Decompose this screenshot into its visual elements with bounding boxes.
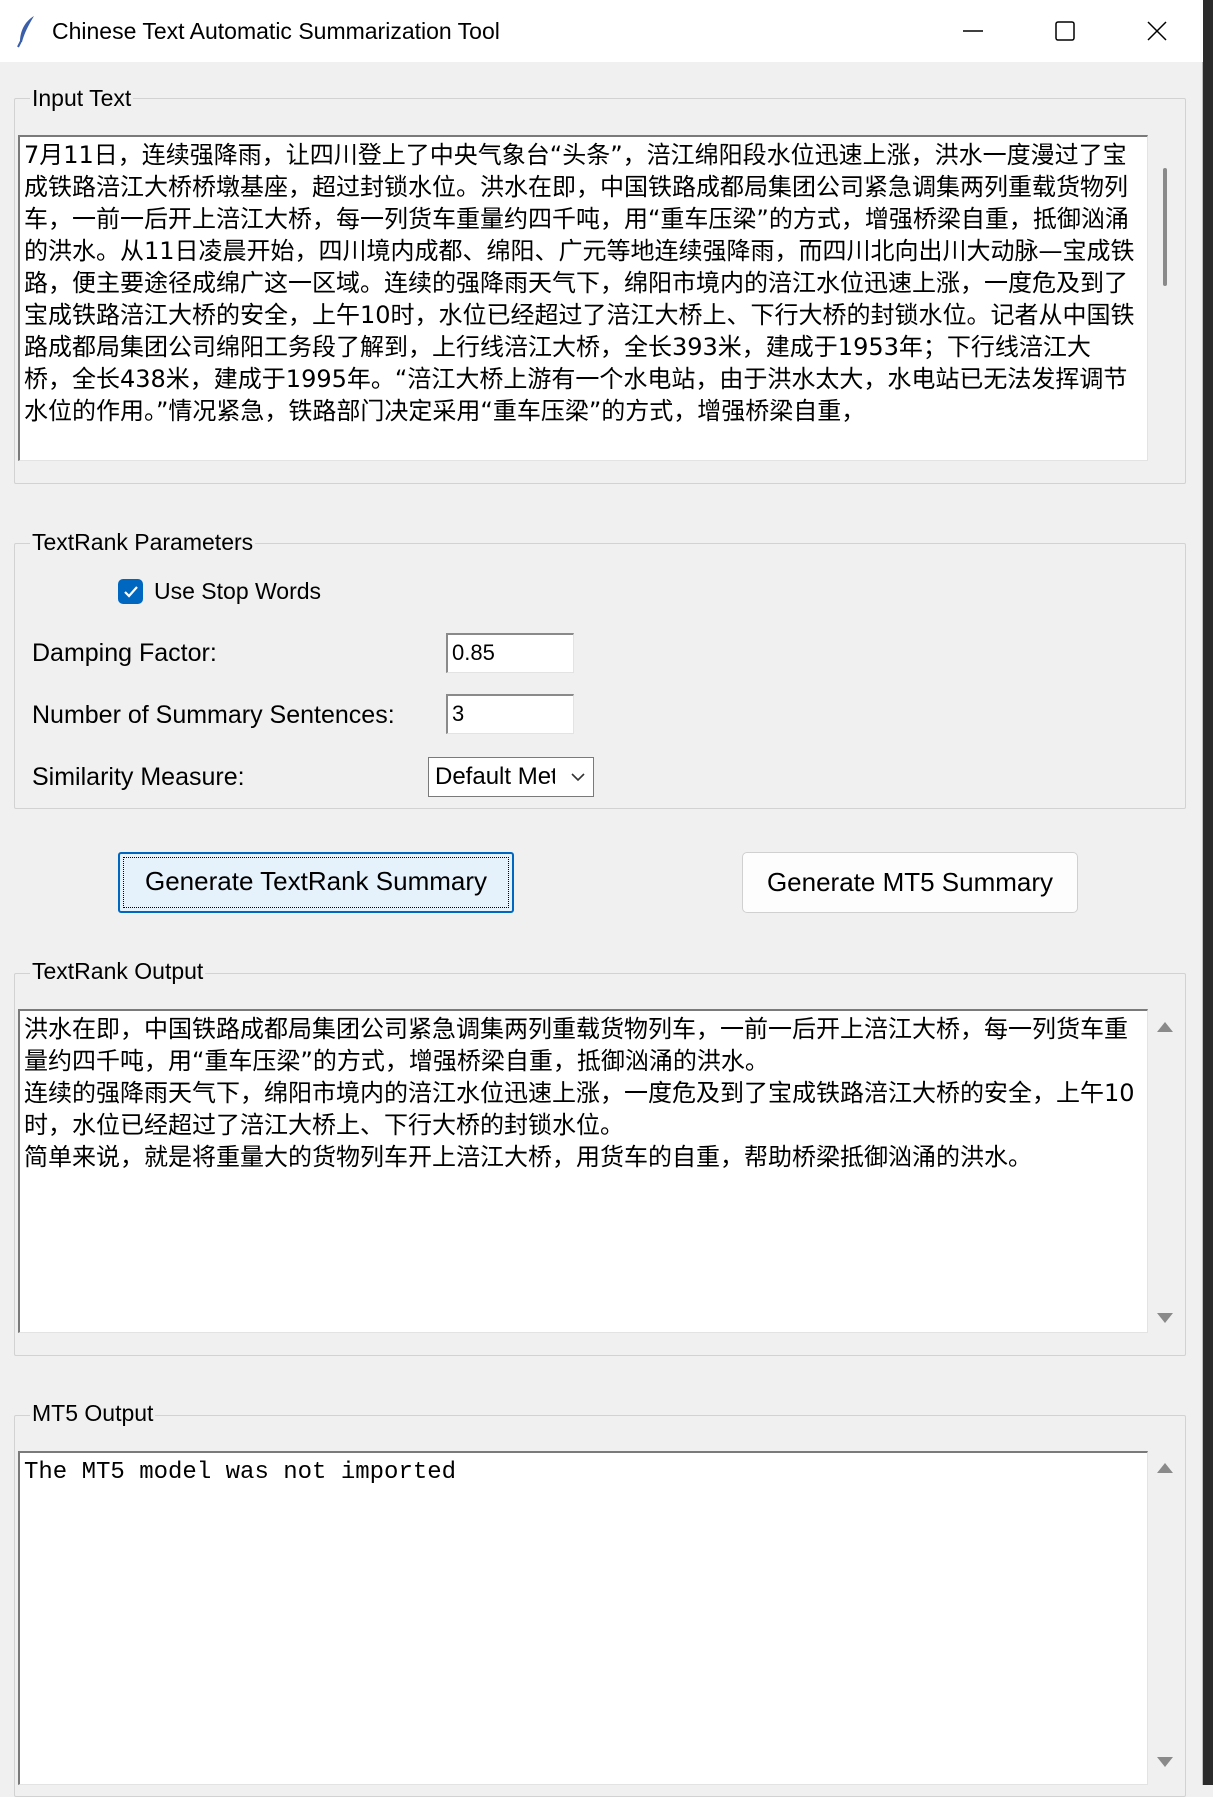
similarity-measure-label: Similarity Measure: bbox=[32, 763, 245, 791]
checkmark-icon bbox=[123, 585, 138, 598]
chevron-down-icon bbox=[571, 773, 585, 782]
maximize-button[interactable] bbox=[1019, 0, 1111, 62]
damping-factor-label: Damping Factor: bbox=[32, 639, 217, 667]
summary-sentences-label: Number of Summary Sentences: bbox=[32, 701, 395, 729]
textrank-output-textarea[interactable]: 洪水在即，中国铁路成都局集团公司紧急调集两列重载货物列车，一前一后开上涪江大桥，… bbox=[18, 1009, 1148, 1333]
minimize-icon bbox=[963, 30, 983, 32]
minimize-button[interactable] bbox=[927, 0, 1019, 62]
mt5-scroll-down-arrow[interactable] bbox=[1157, 1757, 1173, 1767]
input-text-content: 7月11日，连续强降雨，让四川登上了中央气象台“头条”，涪江绵阳段水位迅速上涨，… bbox=[24, 141, 1135, 425]
textrank-parameters-label: TextRank Parameters bbox=[30, 528, 256, 556]
generate-mt5-label: Generate MT5 Summary bbox=[766, 867, 1054, 897]
generate-textrank-button[interactable]: Generate TextRank Summary bbox=[118, 852, 514, 913]
textrank-scroll-down-arrow[interactable] bbox=[1157, 1313, 1173, 1323]
close-icon bbox=[1147, 21, 1167, 41]
damping-factor-input[interactable]: 0.85 bbox=[446, 633, 574, 673]
use-stop-words-label[interactable]: Use Stop Words bbox=[154, 577, 321, 605]
generate-textrank-label: Generate TextRank Summary bbox=[145, 866, 487, 896]
maximize-icon bbox=[1055, 21, 1075, 41]
similarity-measure-value: Default Method bbox=[435, 763, 555, 790]
input-textarea[interactable]: 7月11日，连续强降雨，让四川登上了中央气象台“头条”，涪江绵阳段水位迅速上涨，… bbox=[18, 135, 1148, 461]
summary-sentences-input[interactable]: 3 bbox=[446, 694, 574, 734]
title-bar[interactable]: Chinese Text Automatic Summarization Too… bbox=[0, 0, 1203, 62]
mt5-output-content: The MT5 model was not imported bbox=[24, 1459, 457, 1486]
window-title: Chinese Text Automatic Summarization Too… bbox=[52, 18, 500, 44]
input-text-label: Input Text bbox=[30, 84, 134, 112]
similarity-measure-select[interactable]: Default Method bbox=[428, 757, 594, 797]
textrank-scroll-up-arrow[interactable] bbox=[1157, 1022, 1173, 1032]
mt5-output-label: MT5 Output bbox=[30, 1399, 156, 1427]
textrank-output-label: TextRank Output bbox=[30, 957, 206, 985]
input-scrollbar-thumb[interactable] bbox=[1163, 168, 1167, 286]
background-window-edge bbox=[1203, 0, 1213, 1785]
app-window: Chinese Text Automatic Summarization Too… bbox=[0, 0, 1203, 1797]
mt5-output-textarea[interactable]: The MT5 model was not imported bbox=[18, 1451, 1148, 1785]
use-stop-words-checkbox[interactable] bbox=[118, 579, 143, 604]
mt5-scroll-up-arrow[interactable] bbox=[1157, 1463, 1173, 1473]
feather-icon bbox=[17, 16, 34, 48]
close-button[interactable] bbox=[1111, 0, 1203, 62]
generate-mt5-button[interactable]: Generate MT5 Summary bbox=[742, 852, 1078, 913]
textrank-output-content: 洪水在即，中国铁路成都局集团公司紧急调集两列重载货物列车，一前一后开上涪江大桥，… bbox=[24, 1015, 1135, 1171]
